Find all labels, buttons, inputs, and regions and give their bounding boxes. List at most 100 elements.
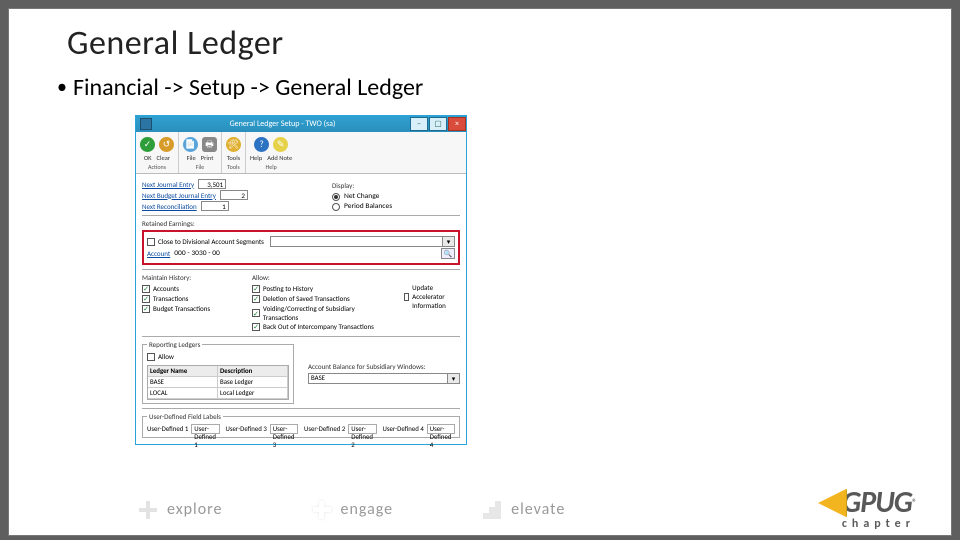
next-recon-value[interactable]: 1 [201, 201, 229, 211]
print-label: Print [201, 154, 214, 162]
window-titlebar[interactable]: General Ledger Setup - TWO (sa) – ▢ × [136, 116, 466, 132]
ok-label: OK [144, 154, 152, 162]
reporting-ledgers-table: Ledger Name Description BASE Base Ledger… [147, 365, 289, 400]
acct-bal-legend: Account Balance for Subsidiary Windows: [308, 362, 460, 371]
gpug-logo: GPUG® [818, 484, 917, 521]
engage-icon [313, 501, 331, 519]
segment-dropdown[interactable] [270, 236, 443, 247]
maintain-legend: Maintain History: [142, 273, 238, 282]
tools-label: Tools [227, 154, 240, 162]
breadcrumb-bullet: •Financial -> Setup -> General Ledger [57, 73, 423, 102]
reporting-legend: Reporting Ledgers [147, 340, 202, 349]
gl-setup-window: General Ledger Setup - TWO (sa) – ▢ × ✓ … [135, 115, 467, 445]
bullet-icon: • [57, 75, 67, 99]
udf-pane: User-Defined Field Labels User-Defined 1… [142, 408, 460, 438]
breadcrumb-text: Financial -> Setup -> General Ledger [73, 73, 423, 102]
clear-icon[interactable]: ↺ [159, 137, 174, 152]
posting-history-checkbox[interactable]: Posting to History [252, 284, 313, 293]
close-button[interactable]: × [448, 117, 466, 131]
slide-footer: explore engage elevate [9, 500, 951, 519]
actions-group-label: Actions [148, 163, 166, 171]
next-recon-link[interactable]: Next Reconciliation [142, 202, 197, 211]
file-group-label: File [196, 163, 205, 171]
ribbon-file-group: 📄 🖶 FilePrint File [179, 132, 222, 173]
udf-fieldset: User-Defined Field Labels User-Defined 1… [142, 412, 460, 438]
chevron-down-icon[interactable]: ▾ [448, 373, 460, 384]
maximize-button[interactable]: ▢ [429, 117, 447, 131]
retained-account-value: 000 - 3030 - 00 [174, 249, 437, 258]
help-group-label: Help [265, 163, 276, 171]
accounts-checkbox[interactable]: Accounts [142, 284, 179, 293]
ok-icon[interactable]: ✓ [140, 137, 155, 152]
close-divisional-label: Close to Divisional Account Segments [158, 237, 264, 246]
table-cell[interactable]: LOCAL [148, 388, 218, 399]
col-ledger-desc: Description [218, 366, 288, 377]
file-icon[interactable]: 📄 [183, 137, 198, 152]
voiding-checkbox[interactable]: Voiding/Correcting of Subsidiary Transac… [252, 304, 390, 322]
acct-bal-dropdown[interactable]: BASE [308, 373, 448, 384]
window-body: Next Journal Entry 3,501 Next Budget Jour… [136, 174, 466, 444]
ribbon: ✓ ↺ OKClear Actions 📄 🖶 FilePrint File 🛠 [136, 132, 466, 174]
net-change-label: Net Change [344, 192, 379, 201]
udf2-input[interactable]: User-Defined 2 [348, 424, 376, 434]
slide-frame: General Ledger •Financial -> Setup -> Ge… [0, 0, 960, 540]
display-legend: Display: [332, 181, 452, 190]
period-bal-radio[interactable] [332, 203, 340, 211]
close-divisional-checkbox[interactable]: Close to Divisional Account Segments [147, 237, 264, 246]
registered-icon: ® [912, 496, 917, 509]
logo-subtext: chapter [842, 517, 915, 531]
next-budget-value[interactable]: 2 [220, 190, 248, 200]
backout-checkbox[interactable]: Back Out of Intercompany Transactions [252, 322, 374, 331]
udf3-input[interactable]: User-Defined 3 [270, 424, 298, 434]
file-label: File [187, 154, 196, 162]
lookup-icon[interactable]: 🔍 [441, 248, 455, 259]
footer-engage: engage [313, 500, 394, 519]
udf-legend: User-Defined Field Labels [147, 412, 223, 421]
period-bal-label: Period Balances [344, 202, 392, 211]
update-accel-checkbox[interactable]: Update Accelerator Information [404, 283, 460, 310]
reporting-allow-checkbox[interactable]: Allow [147, 352, 174, 361]
footer-explore: explore [139, 500, 223, 519]
next-journal-value[interactable]: 3,501 [198, 179, 226, 189]
transactions-checkbox[interactable]: Transactions [142, 294, 188, 303]
retained-account-link[interactable]: Account [147, 249, 170, 258]
slide: General Ledger •Financial -> Setup -> Ge… [8, 8, 952, 536]
app-icon [140, 118, 152, 130]
ribbon-tools-group: 🛠 Tools Tools [222, 132, 246, 173]
logo-text: GPUG [842, 484, 912, 521]
tools-icon[interactable]: 🛠 [226, 137, 241, 152]
window-title: General Ledger Setup - TWO (sa) [156, 119, 409, 129]
reporting-pane: Reporting Ledgers Allow Ledger Name Desc… [142, 336, 460, 404]
col-ledger-name: Ledger Name [148, 366, 218, 377]
budget-trx-checkbox[interactable]: Budget Transactions [142, 304, 210, 313]
ribbon-actions-group: ✓ ↺ OKClear Actions [136, 132, 179, 173]
footer-elevate: elevate [483, 500, 565, 519]
ribbon-help-group: ? ✎ HelpAdd Note Help [246, 132, 296, 173]
table-cell[interactable]: Local Ledger [218, 388, 288, 399]
help-icon[interactable]: ? [254, 137, 269, 152]
help-label: Help [250, 154, 262, 162]
table-cell[interactable]: Base Ledger [218, 377, 288, 388]
udf4-input[interactable]: User-Defined 4 [427, 424, 455, 434]
display-group: Display: Net Change Period Balances [332, 181, 452, 212]
deletion-checkbox[interactable]: Deletion of Saved Transactions [252, 294, 350, 303]
note-icon[interactable]: ✎ [273, 137, 288, 152]
next-journal-link[interactable]: Next Journal Entry [142, 180, 194, 189]
addnote-label: Add Note [267, 154, 292, 162]
net-change-radio[interactable] [332, 193, 340, 201]
allow-legend: Allow: [252, 273, 390, 282]
explore-icon [139, 501, 157, 519]
udf1-input[interactable]: User-Defined 1 [191, 424, 219, 434]
reporting-ledgers-fieldset: Reporting Ledgers Allow Ledger Name Desc… [142, 340, 294, 404]
table-cell[interactable]: BASE [148, 377, 218, 388]
logo-arrow-icon [818, 489, 846, 517]
next-budget-link[interactable]: Next Budget Journal Entry [142, 191, 216, 200]
retained-callout: Close to Divisional Account Segments ▾ A… [142, 230, 460, 265]
slide-title: General Ledger [67, 23, 284, 64]
chevron-down-icon[interactable]: ▾ [443, 236, 455, 247]
tools-group-label: Tools [227, 163, 239, 171]
retained-pane: Retained Earnings: Close to Divisional A… [142, 215, 460, 265]
minimize-button[interactable]: – [410, 117, 428, 131]
history-allow-pane: Maintain History: Accounts Transactions … [142, 269, 460, 332]
print-icon[interactable]: 🖶 [202, 137, 217, 152]
